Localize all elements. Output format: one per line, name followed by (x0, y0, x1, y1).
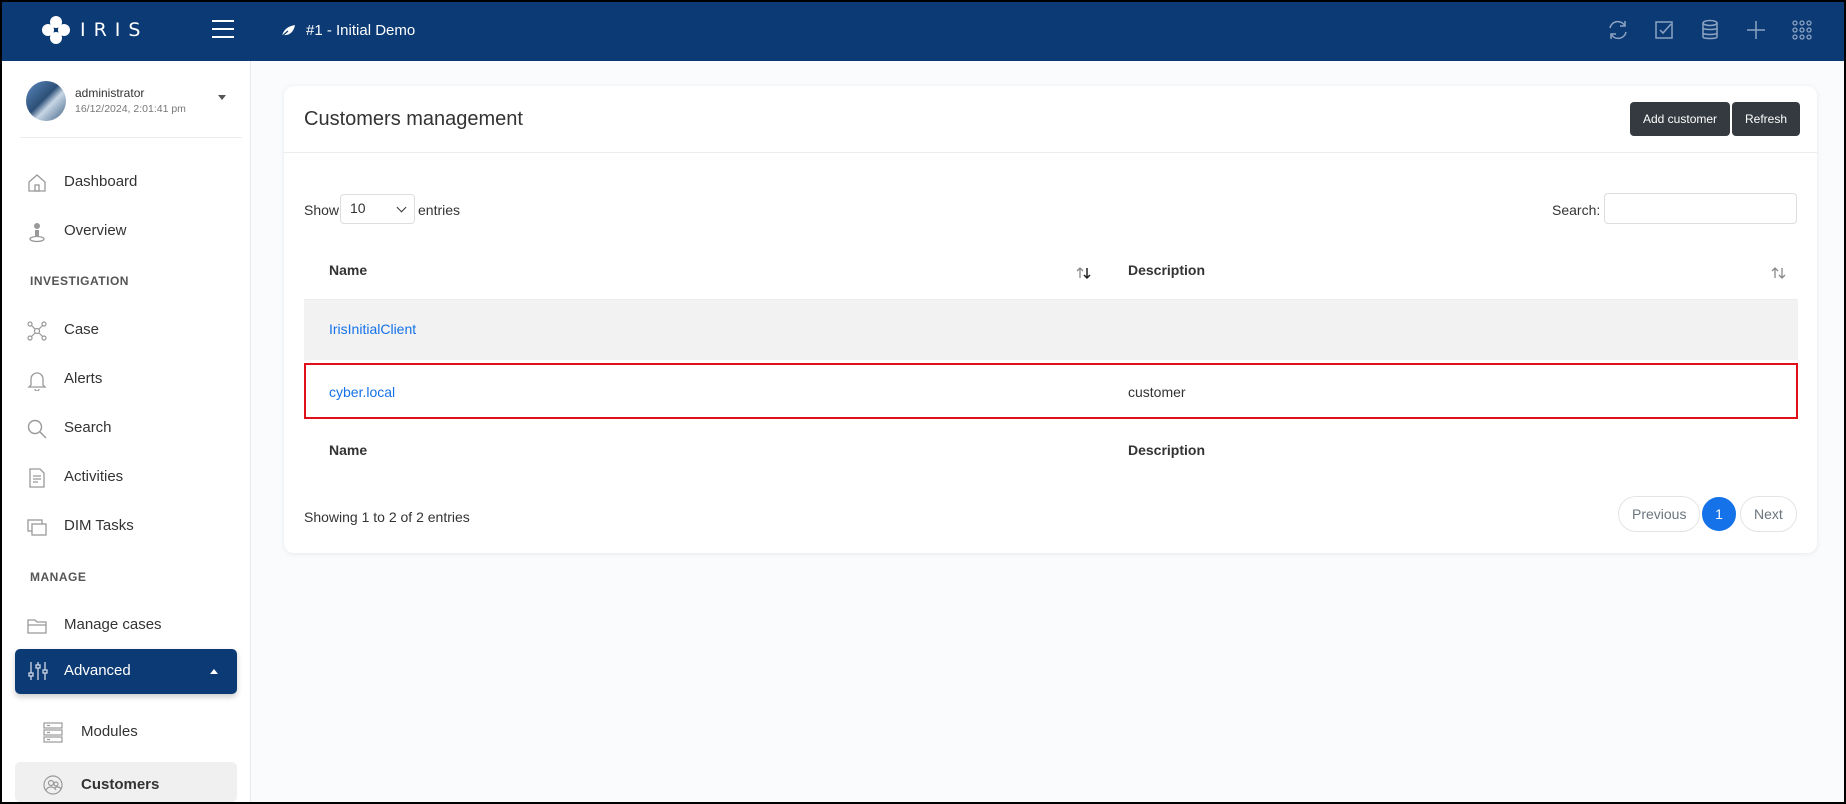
customer-name-link[interactable]: cyber.local (329, 384, 395, 400)
sidebar-item-label: DIM Tasks (64, 517, 134, 534)
sidebar-item-label: Activities (64, 468, 124, 485)
home-icon (28, 174, 46, 192)
customers-icon (43, 775, 63, 795)
entries-label: entries (418, 202, 461, 218)
page-length-select[interactable]: 10 (340, 194, 415, 224)
person-icon (29, 223, 45, 243)
next-page-button[interactable]: Next (1740, 496, 1797, 532)
sidebar-item-overview[interactable]: Overview (2, 209, 251, 253)
sidebar-item-advanced[interactable]: Advanced (15, 649, 237, 694)
search-input[interactable] (1604, 193, 1797, 224)
customers-card: Customers management Add customer Refres… (284, 86, 1817, 553)
table-row[interactable]: IrisInitialClient (304, 300, 1798, 360)
section-heading-manage: MANAGE (30, 570, 87, 584)
document-icon (29, 468, 45, 488)
windows-icon (27, 519, 47, 536)
sidebar-item-label: Modules (81, 723, 138, 740)
sidebar-item-manage-cases[interactable]: Manage cases (2, 603, 251, 647)
sidebar-item-label: Advanced (64, 662, 131, 679)
case-title: #1 - Initial Demo (306, 22, 416, 39)
page-length-value: 10 (350, 200, 366, 216)
sliders-icon (28, 662, 48, 680)
logo-text: IRIS (80, 19, 149, 41)
user-datetime: 16/12/2024, 2:01:41 pm (75, 103, 186, 115)
customer-description: customer (1128, 384, 1186, 400)
folder-icon (27, 619, 47, 634)
show-label: Show (304, 202, 340, 218)
previous-page-button[interactable]: Previous (1618, 496, 1701, 532)
column-header-description[interactable]: Description (1128, 262, 1205, 278)
column-footer-description: Description (1128, 442, 1206, 458)
add-customer-button[interactable]: Add customer (1630, 102, 1731, 136)
menu-toggle-icon[interactable] (212, 20, 234, 38)
network-icon (27, 321, 47, 341)
checkbox-icon[interactable] (1652, 18, 1676, 42)
user-dropdown-icon[interactable] (218, 95, 226, 100)
sort-icon[interactable] (1076, 266, 1092, 280)
divider (20, 137, 242, 138)
section-heading-investigation: INVESTIGATION (30, 274, 129, 288)
sidebar-item-label: Manage cases (64, 616, 162, 633)
current-case[interactable]: #1 - Initial Demo (280, 22, 415, 39)
sidebar-subitem-modules[interactable]: Modules (15, 709, 237, 755)
sidebar-item-case[interactable]: Case (2, 308, 251, 352)
page-1-button[interactable]: 1 (1702, 497, 1736, 531)
sidebar-item-activities[interactable]: Activities (2, 455, 251, 499)
refresh-button[interactable]: Refresh (1732, 102, 1801, 136)
collapse-icon (210, 669, 218, 674)
sidebar-item-label: Dashboard (64, 173, 138, 190)
refresh-icon[interactable] (1606, 18, 1630, 42)
table-info: Showing 1 to 2 of 2 entries (304, 509, 470, 525)
table-row[interactable]: cyber.local customer (304, 363, 1798, 419)
sort-icon[interactable] (1771, 266, 1787, 280)
sidebar-item-label: Alerts (64, 370, 103, 387)
avatar (26, 81, 66, 121)
grid-icon[interactable] (1790, 18, 1814, 42)
search-icon (27, 419, 47, 439)
leaf-icon (280, 24, 295, 37)
sidebar-item-dashboard[interactable]: Dashboard (2, 160, 251, 204)
user-panel[interactable]: administrator 16/12/2024, 2:01:41 pm (26, 81, 246, 125)
server-icon (43, 722, 63, 743)
user-name: administrator (75, 86, 145, 100)
sidebar-item-search[interactable]: Search (2, 406, 251, 450)
sidebar-item-alerts[interactable]: Alerts (2, 357, 251, 401)
search-label: Search: (1552, 202, 1601, 218)
database-icon[interactable] (1698, 18, 1722, 42)
customer-name-link[interactable]: IrisInitialClient (329, 321, 416, 337)
top-navbar: IRIS #1 - Initial Demo (2, 2, 1844, 61)
sidebar-item-label: Search (64, 419, 112, 436)
sidebar: administrator 16/12/2024, 2:01:41 pm Das… (2, 61, 251, 802)
sidebar-item-label: Case (64, 321, 100, 338)
sidebar-item-label: Overview (64, 222, 127, 239)
sidebar-item-label: Customers (81, 776, 160, 793)
page-title: Customers management (304, 108, 523, 130)
column-footer-name: Name (329, 442, 368, 458)
logo-hexagon-icon (42, 16, 70, 44)
plus-icon[interactable] (1744, 18, 1768, 42)
sidebar-item-dim-tasks[interactable]: DIM Tasks (2, 504, 251, 548)
iris-logo[interactable]: IRIS (42, 16, 148, 44)
bell-icon (27, 372, 47, 391)
chevron-down-icon (396, 202, 407, 213)
divider (284, 152, 1817, 153)
column-header-name[interactable]: Name (329, 262, 367, 278)
sidebar-subitem-customers[interactable]: Customers (15, 762, 237, 802)
